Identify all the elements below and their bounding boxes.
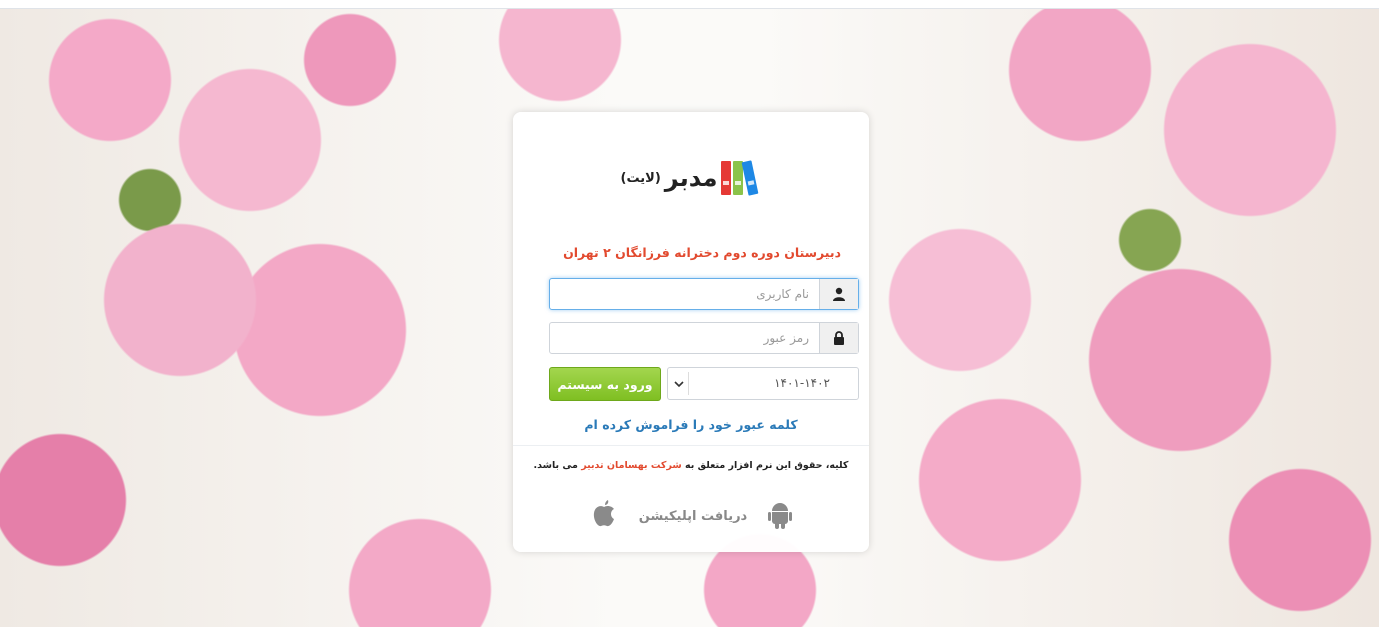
username-field bbox=[549, 278, 859, 310]
password-field bbox=[549, 322, 859, 354]
academic-year-select[interactable]: ۱۴۰۱-۱۴۰۲ bbox=[667, 367, 859, 400]
chevron-down-icon bbox=[674, 374, 684, 392]
forgot-password-link[interactable]: کلمه عبور خود را فراموش کرده ام bbox=[513, 417, 869, 432]
login-card: (لایت) مدبر دبیرستان دوره دوم دخترانه فر… bbox=[513, 112, 869, 552]
logo-subtitle: (لایت) bbox=[620, 170, 661, 186]
browser-top-edge bbox=[0, 0, 1379, 9]
copyright-suffix: می باشد. bbox=[533, 460, 578, 471]
divider bbox=[513, 445, 869, 446]
school-name: دبیرستان دوره دوم دخترانه فرزانگان ۲ تهر… bbox=[563, 245, 841, 260]
company-link[interactable]: شرکت بهسامان تدبیر bbox=[581, 460, 682, 471]
download-app-label: دریافت اپلیکیشن bbox=[638, 508, 748, 524]
password-input[interactable] bbox=[550, 323, 819, 353]
books-logo-icon bbox=[721, 160, 759, 196]
android-icon[interactable] bbox=[768, 503, 793, 529]
user-icon bbox=[819, 279, 858, 309]
app-logo: (لایت) مدبر bbox=[608, 156, 768, 200]
academic-year-value: ۱۴۰۱-۱۴۰۲ bbox=[774, 376, 830, 390]
select-divider bbox=[688, 372, 689, 395]
logo-text: مدبر bbox=[664, 164, 718, 192]
copyright-text: کلیه، حقوق این نرم افزار متعلق به شرکت ب… bbox=[513, 460, 869, 471]
app-download-row: دریافت اپلیکیشن bbox=[513, 496, 869, 536]
apple-icon[interactable] bbox=[591, 498, 617, 534]
lock-icon bbox=[819, 323, 858, 353]
username-input[interactable] bbox=[550, 279, 819, 309]
login-button[interactable]: ورود به سیستم bbox=[549, 367, 661, 401]
copyright-prefix: کلیه، حقوق این نرم افزار متعلق به bbox=[685, 460, 849, 471]
